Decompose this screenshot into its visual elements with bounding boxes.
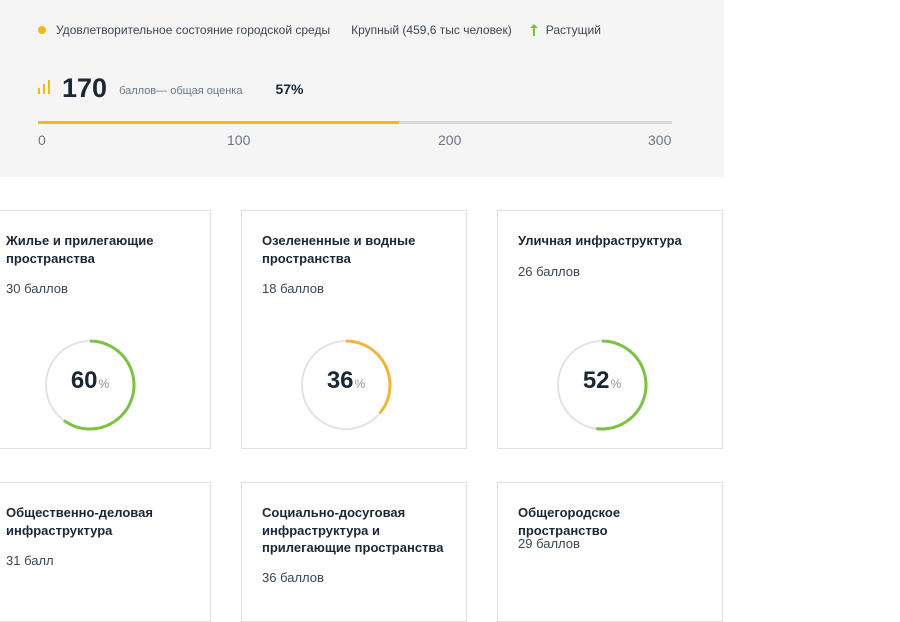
scale-tick: 200: [438, 132, 462, 148]
donut-percent: 36: [326, 367, 354, 394]
category-card[interactable]: Уличная инфраструктура 26 баллов 52%: [497, 210, 723, 449]
card-title: Уличная инфраструктура: [518, 233, 682, 248]
card-title: Социально-досуговая инфраструктура и при…: [262, 505, 444, 555]
total-score-label: баллов— общая оценка: [119, 85, 243, 97]
percent-donut: 36%: [299, 338, 393, 432]
card-score: 18 баллов: [262, 281, 324, 296]
city-size-text: Крупный (459,6 тыс человек): [351, 23, 512, 37]
status-row: Удовлетворительное состояние городской с…: [38, 22, 601, 38]
donut-percent: 52: [582, 367, 610, 394]
scale-tick: 300: [648, 132, 672, 148]
category-card[interactable]: Жилье и прилегающие пространства 30 балл…: [0, 210, 211, 449]
category-card[interactable]: Общественно-деловая инфраструктура 31 ба…: [0, 482, 211, 622]
card-title: Озелененные и водные пространства: [262, 233, 416, 266]
total-percent: 57%: [275, 81, 304, 97]
category-card[interactable]: Социально-досуговая инфраструктура и при…: [241, 482, 467, 622]
card-score: 26 баллов: [518, 264, 580, 279]
percent-donut: 52%: [555, 338, 649, 432]
scale-tick: 100: [227, 132, 251, 148]
yellow-dot-icon: [38, 26, 46, 34]
card-title: Жилье и прилегающие пространства: [6, 233, 154, 266]
donut-percent-unit: %: [610, 377, 622, 391]
scale-tick: 0: [38, 132, 46, 148]
summary-panel: Удовлетворительное состояние городской с…: [0, 0, 724, 177]
card-score: 30 баллов: [6, 281, 68, 296]
donut-percent-unit: %: [98, 377, 110, 391]
score-progress-bar: [38, 121, 672, 124]
card-score: 31 балл: [6, 553, 54, 568]
score-row: 170 баллов— общая оценка 57%: [38, 68, 304, 104]
total-score: 170: [62, 73, 108, 103]
arrow-up-icon: [529, 24, 538, 36]
card-title: Общегородское пространство: [518, 505, 621, 538]
bar-chart-icon: [38, 80, 50, 94]
card-score: 29 баллов: [518, 536, 580, 551]
card-score: 36 баллов: [262, 570, 324, 585]
trend-text: Растущий: [545, 23, 601, 37]
percent-donut: 60%: [43, 338, 137, 432]
score-progress-fill: [38, 121, 400, 124]
donut-percent: 60: [70, 367, 98, 394]
card-title: Общественно-деловая инфраструктура: [6, 505, 153, 538]
condition-text: Удовлетворительное состояние городской с…: [56, 23, 331, 37]
category-card[interactable]: Общегородское пространство 29 баллов: [497, 482, 723, 622]
donut-percent-unit: %: [354, 377, 366, 391]
category-card[interactable]: Озелененные и водные пространства 18 бал…: [241, 210, 467, 449]
